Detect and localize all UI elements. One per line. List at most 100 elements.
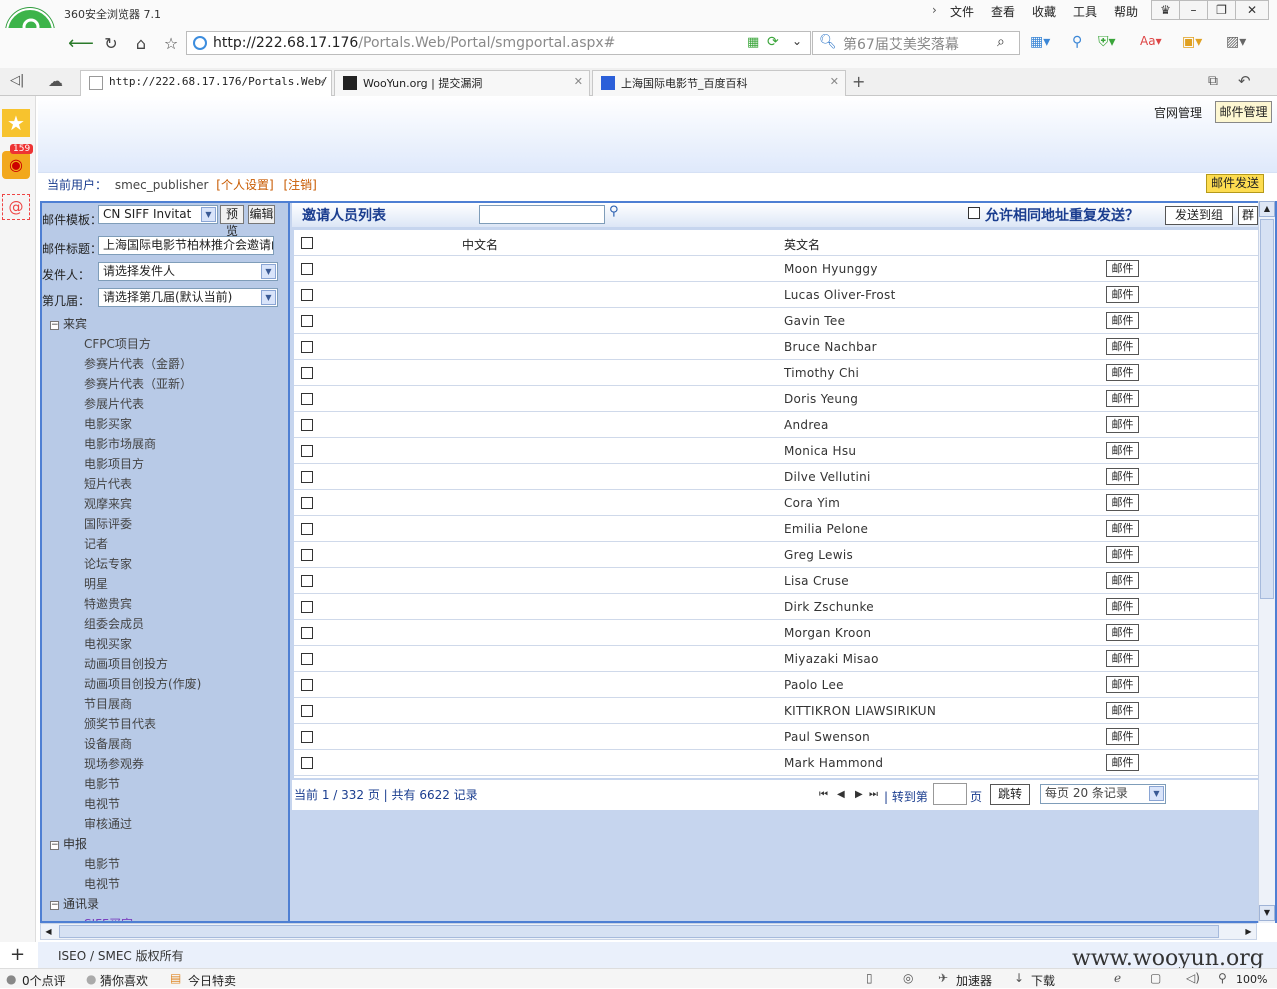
last-page-icon[interactable]: ⏭ [869, 789, 878, 800]
scroll-left-icon[interactable]: ◀ [41, 924, 56, 939]
mail-button[interactable]: 邮件 [1106, 546, 1139, 563]
collapse-icon[interactable]: − [50, 901, 59, 910]
mail-button[interactable]: 邮件 [1106, 286, 1139, 303]
search-box[interactable]: 🔍︎ 第67届艾美奖落幕 ⌕ [812, 31, 1020, 55]
menu-favorites[interactable]: 收藏 [1032, 3, 1056, 20]
personal-settings-link[interactable]: [个人设置] [216, 178, 273, 192]
skin-icon[interactable]: ♛ [1151, 0, 1180, 20]
vertical-scrollbar[interactable]: ▲ ▼ [1258, 201, 1275, 923]
search-icon[interactable]: ⌕ [997, 34, 1005, 50]
search-input[interactable]: 第67届艾美奖落幕 [843, 34, 959, 54]
tree-item[interactable]: SIFF买家 [84, 915, 133, 921]
row-checkbox[interactable] [301, 627, 313, 639]
horizontal-scroll-thumb[interactable] [59, 925, 1219, 938]
tree-group-apply[interactable]: − 申报 [50, 835, 87, 852]
per-page-select[interactable]: 每页 20 条记录 ▼ [1040, 784, 1166, 804]
row-checkbox[interactable] [301, 575, 313, 587]
tree-item[interactable]: 短片代表 [84, 475, 132, 492]
tree-item[interactable]: 电视节 [84, 875, 120, 892]
send-to-group-button[interactable]: 发送到组 [1165, 206, 1233, 225]
close-window-button[interactable]: ✕ [1235, 0, 1269, 20]
tree-item[interactable]: 节目展商 [84, 695, 132, 712]
mail-button[interactable]: 邮件 [1106, 598, 1139, 615]
favorites-star-icon[interactable]: ★ [2, 109, 30, 137]
tree-item[interactable]: 记者 [84, 535, 108, 552]
tab-portal[interactable]: http://222.68.17.176/Portals.Web/✕ [80, 70, 332, 96]
row-checkbox[interactable] [301, 263, 313, 275]
restore-tabs-icon[interactable]: ⧉ [1208, 73, 1218, 89]
vertical-scroll-thumb[interactable] [1260, 219, 1274, 599]
security-icon[interactable]: ⛨▾ [1098, 34, 1116, 50]
group-button[interactable]: 群 [1238, 206, 1258, 225]
tree-item[interactable]: 颁奖节目代表 [84, 715, 156, 732]
mail-send-button[interactable]: 邮件发送 [1206, 174, 1264, 193]
tree-item[interactable]: 审核通过 [84, 815, 132, 832]
mail-button[interactable]: 邮件 [1106, 520, 1139, 537]
address-bar[interactable]: http://222.68.17.176/Portals.Web/Portal/… [186, 31, 811, 55]
row-checkbox[interactable] [301, 471, 313, 483]
tree-item[interactable]: CFPC项目方 [84, 335, 151, 352]
download[interactable]: 下载 [1031, 972, 1055, 989]
mail-button[interactable]: 邮件 [1106, 702, 1139, 719]
mail-button[interactable]: 邮件 [1106, 442, 1139, 459]
row-checkbox[interactable] [301, 549, 313, 561]
tree-item[interactable]: 论坛专家 [84, 555, 132, 572]
comments-count[interactable]: 0个点评 [22, 972, 66, 989]
mail-button[interactable]: 邮件 [1106, 572, 1139, 589]
network-icon[interactable]: ◎ [903, 971, 913, 985]
tree-item[interactable]: 电影买家 [84, 415, 132, 432]
row-checkbox[interactable] [301, 497, 313, 509]
home-icon[interactable]: ⌂ [130, 33, 152, 55]
tree-item[interactable]: 明星 [84, 575, 108, 592]
sidebar-toggle-icon[interactable]: ◁| [10, 73, 24, 88]
mail-button[interactable]: 邮件 [1106, 312, 1139, 329]
mail-button[interactable]: 邮件 [1106, 364, 1139, 381]
row-checkbox[interactable] [301, 341, 313, 353]
row-checkbox[interactable] [301, 419, 313, 431]
tree-group-guests[interactable]: − 来宾 [50, 315, 87, 332]
mail-button[interactable]: 邮件 [1106, 260, 1139, 277]
tree-item[interactable]: 电影节 [84, 775, 120, 792]
new-tab-button[interactable]: + [852, 72, 865, 91]
horizontal-scrollbar[interactable]: ◀ ▶ [40, 923, 1257, 940]
apps-icon[interactable]: ▦▾ [1030, 34, 1050, 50]
menu-file[interactable]: 文件 [950, 3, 974, 20]
volume-icon[interactable]: ◁) [1186, 971, 1200, 985]
undo-close-icon[interactable]: ↶ [1238, 72, 1251, 90]
image-icon[interactable]: ▨▾ [1226, 34, 1246, 50]
row-checkbox[interactable] [301, 393, 313, 405]
tree-item[interactable]: 现场参观券 [84, 755, 144, 772]
mail-button[interactable]: 邮件 [1106, 624, 1139, 641]
scroll-up-icon[interactable]: ▲ [1259, 201, 1275, 217]
search-icon[interactable]: ⚲ [609, 204, 619, 219]
row-checkbox[interactable] [301, 705, 313, 717]
close-tab-icon[interactable]: ✕ [318, 75, 325, 88]
row-checkbox[interactable] [301, 653, 313, 665]
scroll-down-icon[interactable]: ▼ [1259, 905, 1275, 921]
mail-button[interactable]: 邮件 [1106, 338, 1139, 355]
chevron-down-icon[interactable]: ⌄ [792, 34, 802, 48]
pdf-icon[interactable]: Aa▾ [1140, 34, 1162, 48]
tree-item[interactable]: 设备展商 [84, 735, 132, 752]
mail-button[interactable]: 邮件 [1106, 650, 1139, 667]
mail-button[interactable]: 邮件 [1106, 754, 1139, 771]
mail-button[interactable]: 邮件 [1106, 728, 1139, 745]
add-icon[interactable]: + [10, 944, 25, 965]
logout-link[interactable]: [注销] [283, 178, 316, 192]
row-checkbox[interactable] [301, 757, 313, 769]
jump-button[interactable]: 跳转 [990, 784, 1030, 805]
tree-item[interactable]: 电影节 [84, 855, 120, 872]
edition-select[interactable]: 请选择第几届(默认当前) ▼ [98, 288, 278, 307]
mail-button[interactable]: 邮件 [1106, 390, 1139, 407]
row-checkbox[interactable] [301, 367, 313, 379]
weibo-icon[interactable]: ◉ [2, 151, 30, 179]
minimize-button[interactable]: – [1179, 0, 1208, 20]
chevron-right-icon[interactable]: › [932, 3, 937, 17]
window-icon[interactable]: ▢ [1150, 971, 1161, 985]
translate-icon[interactable]: ⚲ [1072, 34, 1082, 50]
tree-item[interactable]: 电影市场展商 [84, 435, 156, 452]
tree-item[interactable]: 参展片代表 [84, 395, 144, 412]
star-icon[interactable]: ☆ [160, 33, 182, 55]
fast-mode-icon[interactable]: ⟳ [767, 34, 779, 50]
edit-button[interactable]: 编辑 [248, 205, 275, 224]
